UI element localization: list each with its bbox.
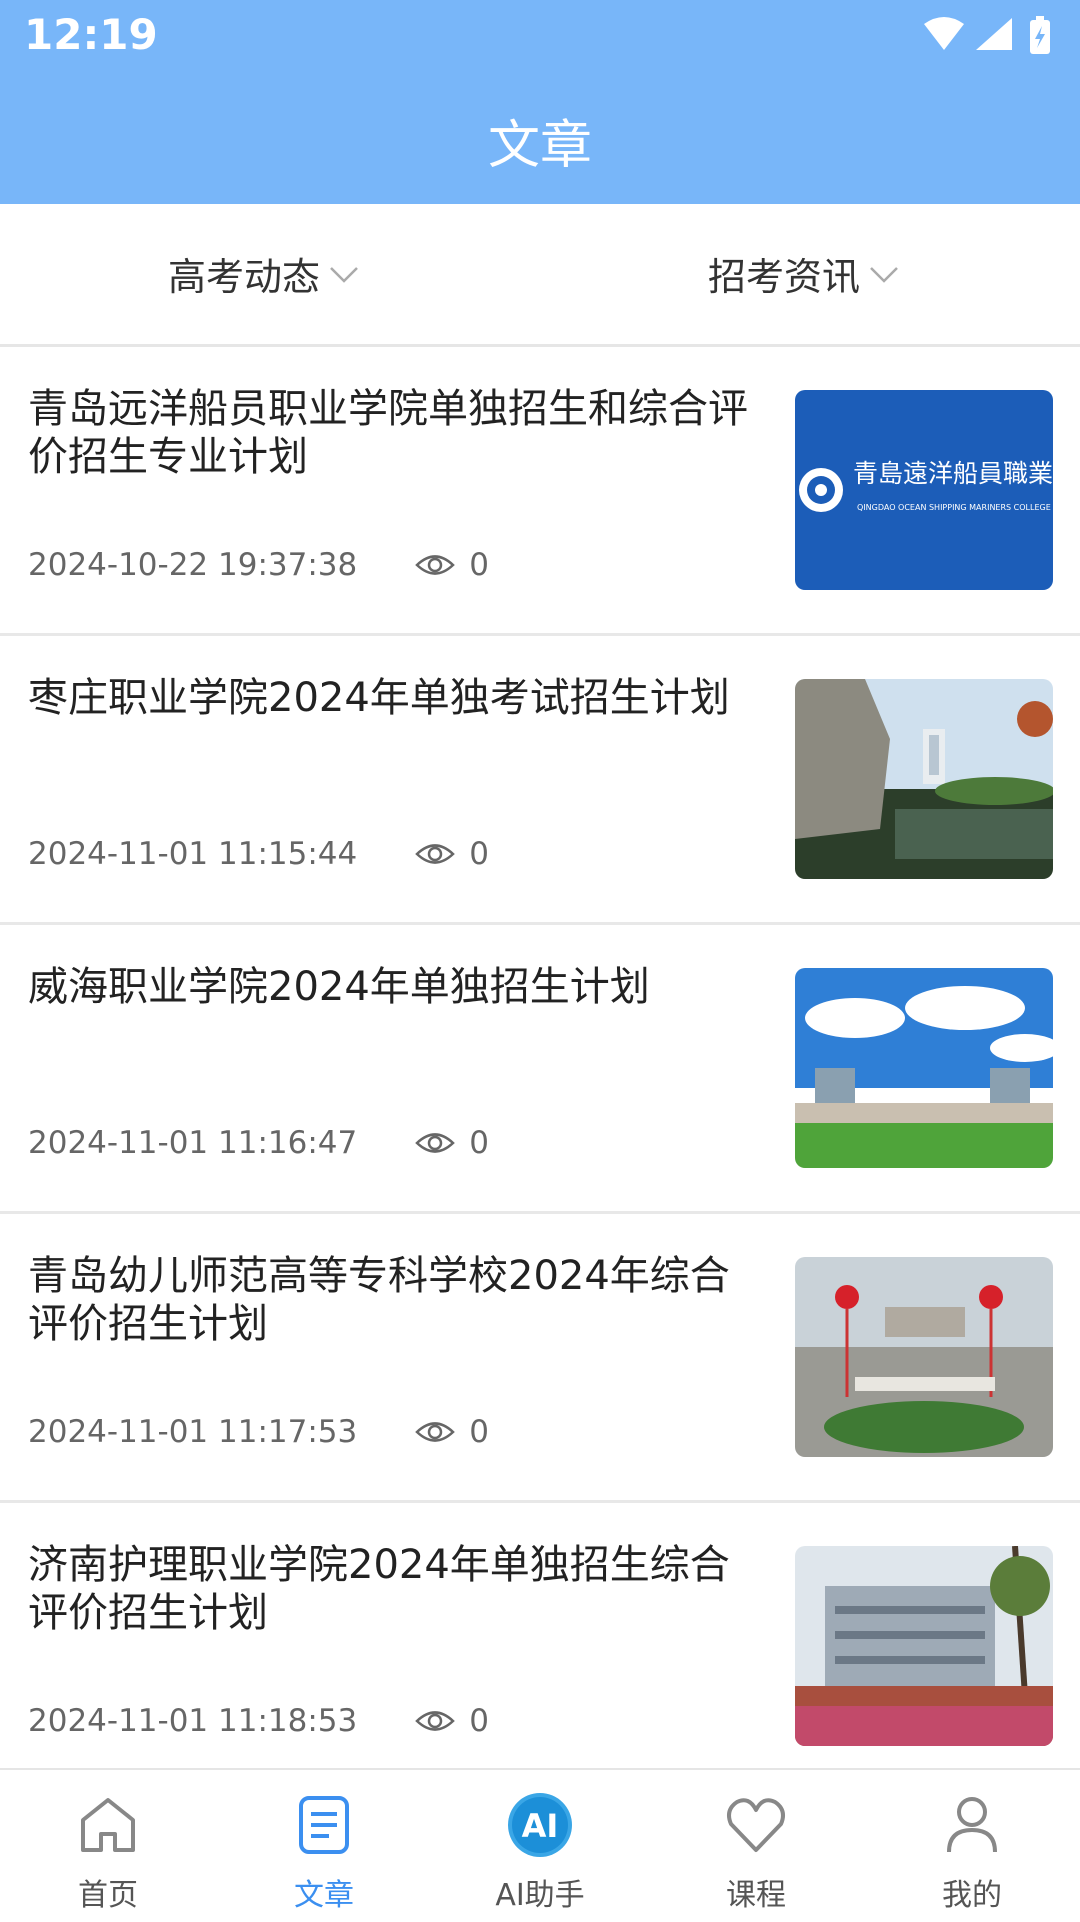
article-thumbnail [795,679,1053,879]
chevron-down-icon [870,266,898,283]
logo-chinese-name: 青島遠洋船員職業學院 [853,459,1053,488]
article-list: 青岛远洋船员职业学院单独招生和综合评价招生专业计划 2024-10-22 19:… [0,347,1080,1792]
ai-assistant-icon: AI [508,1793,572,1857]
article-thumbnail [795,968,1053,1168]
campus-photo [795,679,1053,879]
tab-label: 文章 [294,1878,354,1913]
app-header: 12:19 文章 [0,0,1080,204]
view-count: 0 [415,547,489,583]
tab-label: 课程 [726,1878,786,1913]
view-count-value: 0 [469,547,489,583]
article-icon [299,1796,349,1854]
article-date: 2024-11-01 11:15:44 [28,836,358,872]
article-date: 2024-11-01 11:17:53 [28,1414,358,1450]
filter-admission-info[interactable]: 招考资讯 [708,246,900,301]
view-count-value: 0 [469,1414,489,1450]
college-logo-image: 青島遠洋船員職業學院 QINGDAO OCEAN SHIPPING MARINE… [799,459,1053,512]
article-thumbnail [795,1546,1053,1746]
article-date: 2024-11-01 11:16:47 [28,1125,358,1161]
view-count: 0 [415,1125,489,1161]
svg-text:AI: AI [522,1807,559,1845]
tab-label: AI助手 [495,1878,585,1913]
campus-photo [795,1257,1053,1457]
filter-label: 招考资讯 [708,255,861,299]
article-card[interactable]: 威海职业学院2024年单独招生计划 2024-11-01 11:16:47 0 [0,925,1080,1214]
article-meta: 2024-11-01 11:16:47 0 [28,1125,489,1161]
filter-bar: 高考动态 招考资讯 [0,204,1080,347]
view-count: 0 [415,1414,489,1450]
chevron-down-icon [330,266,358,283]
signal-icon [976,18,1012,50]
home-icon [81,1798,135,1852]
article-meta: 2024-10-22 19:37:38 0 [28,547,489,583]
user-icon [947,1797,997,1853]
eye-icon [415,1711,456,1731]
view-count-value: 0 [469,1703,489,1739]
wifi-icon [924,17,964,50]
article-meta: 2024-11-01 11:15:44 0 [28,836,489,872]
view-count-value: 0 [469,1125,489,1161]
article-title: 济南护理职业学院2024年单独招生综合评价招生计划 [28,1542,730,1636]
bottom-tab-bar: 首页 文章 AI AI助手 课程 我的 [0,1768,1080,1922]
tab-label: 首页 [78,1878,138,1913]
view-count-value: 0 [469,836,489,872]
view-count: 0 [415,836,489,872]
article-title: 枣庄职业学院2024年单独考试招生计划 [28,675,730,721]
article-card[interactable]: 枣庄职业学院2024年单独考试招生计划 2024-11-01 11:15:44 … [0,636,1080,925]
battery-icon [1030,16,1050,54]
tab-courses[interactable]: 课程 [648,1790,864,1914]
status-time: 12:19 [24,10,158,59]
eye-icon [415,844,456,864]
filter-label: 高考动态 [168,255,321,299]
eye-icon [415,555,456,575]
filter-gaokao-news[interactable]: 高考动态 [168,246,360,301]
tab-home[interactable]: 首页 [0,1790,216,1914]
page-title: 文章 [487,116,592,176]
tab-articles[interactable]: 文章 [216,1790,432,1914]
tab-label: 我的 [942,1878,1002,1913]
eye-icon [415,1422,456,1442]
article-title: 青岛远洋船员职业学院单独招生和综合评价招生专业计划 [28,386,748,480]
article-meta: 2024-11-01 11:17:53 0 [28,1414,489,1450]
article-date: 2024-10-22 19:37:38 [28,547,358,583]
eye-icon [415,1133,456,1153]
article-thumbnail: 青島遠洋船員職業學院 QINGDAO OCEAN SHIPPING MARINE… [795,390,1053,590]
campus-photo [795,1546,1053,1746]
article-card[interactable]: 青岛幼儿师范高等专科学校2024年综合评价招生计划 2024-11-01 11:… [0,1214,1080,1503]
status-icons [924,16,1050,54]
view-count: 0 [415,1703,489,1739]
article-thumbnail [795,1257,1053,1457]
article-title: 威海职业学院2024年单独招生计划 [28,964,650,1010]
article-meta: 2024-11-01 11:18:53 0 [28,1703,489,1739]
article-title: 青岛幼儿师范高等专科学校2024年综合评价招生计划 [28,1253,730,1347]
heart-icon [727,1798,785,1852]
article-date: 2024-11-01 11:18:53 [28,1703,358,1739]
tab-profile[interactable]: 我的 [864,1790,1080,1914]
article-card[interactable]: 济南护理职业学院2024年单独招生综合评价招生计划 2024-11-01 11:… [0,1503,1080,1792]
campus-photo [795,968,1053,1168]
logo-english-name: QINGDAO OCEAN SHIPPING MARINERS COLLEGE [857,503,1051,512]
tab-ai-assistant[interactable]: AI AI助手 [432,1790,648,1914]
article-card[interactable]: 青岛远洋船员职业学院单独招生和综合评价招生专业计划 2024-10-22 19:… [0,347,1080,636]
